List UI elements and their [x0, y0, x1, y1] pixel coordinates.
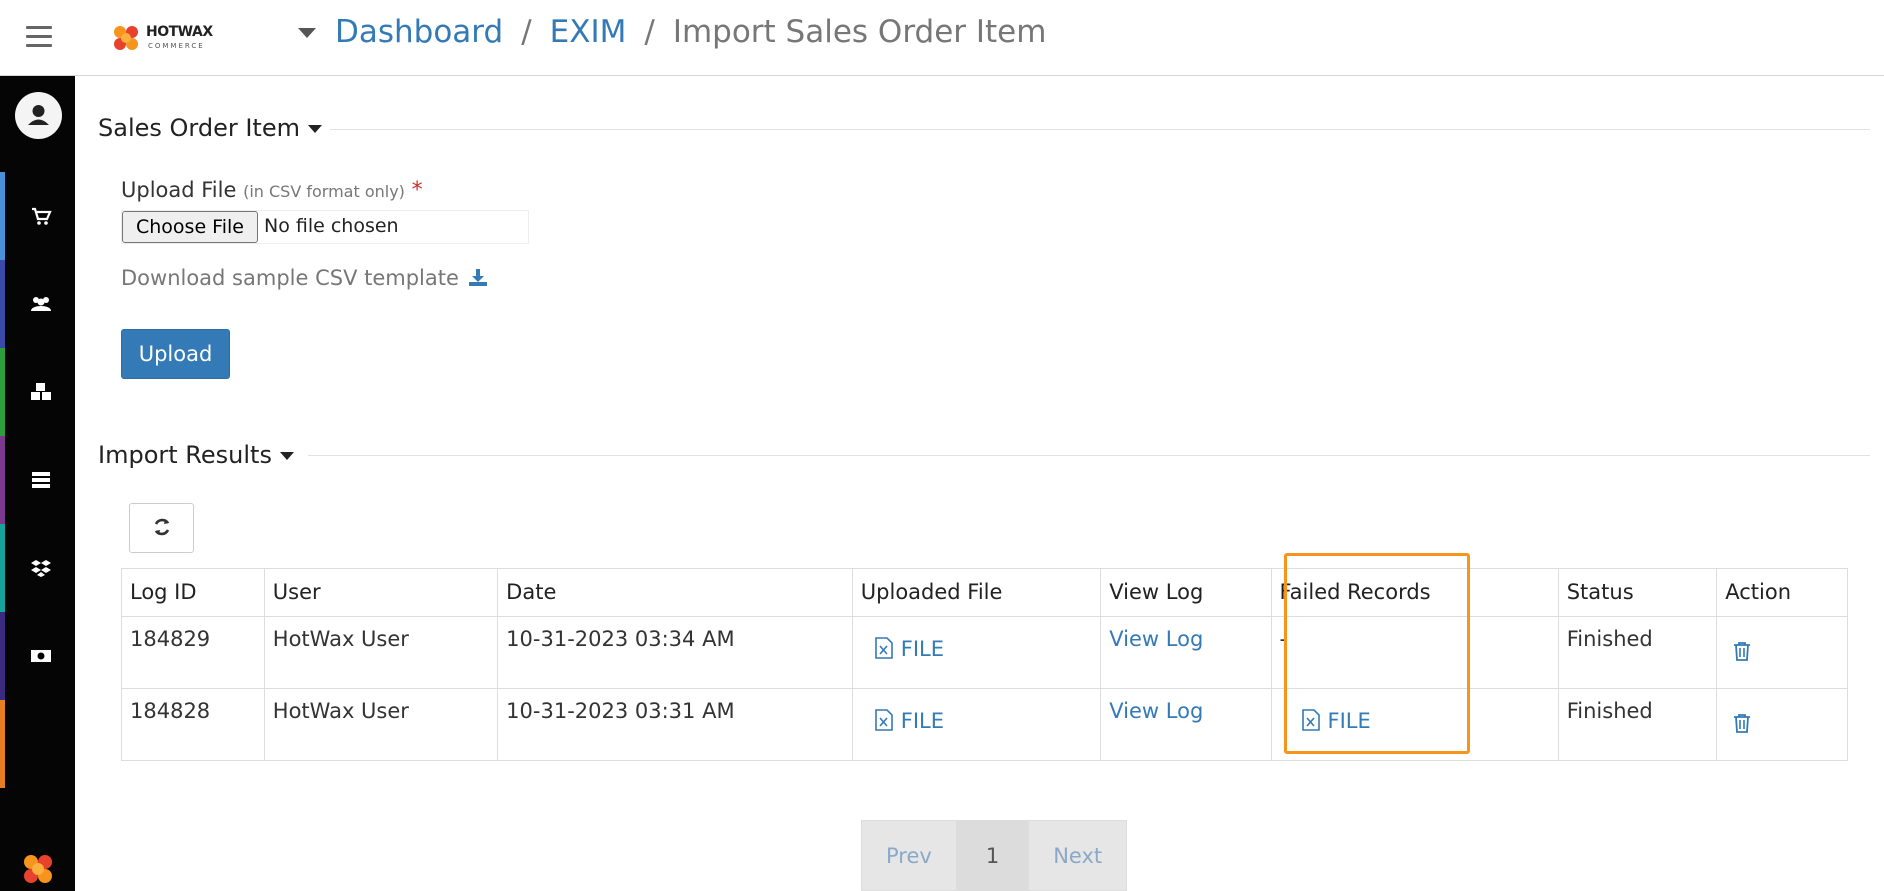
date-cell: 10-31-2023 03:34 AM — [497, 616, 853, 689]
top-header: HOTWAX COMMERCE Dashboard / EXIM / Import Sa… — [0, 0, 1884, 76]
date-cell: 10-31-2023 03:31 AM — [497, 688, 853, 761]
excel-file-icon — [1301, 709, 1320, 731]
upload-file-label: Upload File (in CSV format only) * — [121, 178, 423, 203]
user-cell: HotWax User — [263, 616, 499, 689]
column-header: View Log — [1100, 568, 1272, 617]
sidebar-item-finance[interactable] — [0, 612, 75, 700]
failed-records-cell: - — [1270, 616, 1559, 689]
breadcrumb: Dashboard / EXIM / Import Sales Order Item — [335, 12, 1046, 52]
logo-subtext: COMMERCE — [148, 42, 205, 50]
uploaded-file-text: FILE — [900, 709, 945, 733]
sidebar-item-more[interactable] — [0, 700, 75, 788]
status-cell: Finished — [1557, 616, 1718, 689]
breadcrumb-dropdown-icon[interactable] — [298, 28, 316, 38]
sidebar-item-system[interactable] — [0, 436, 75, 524]
server-icon — [32, 472, 50, 488]
sidebar-item-orders[interactable] — [0, 172, 75, 260]
menu-toggle-icon[interactable] — [26, 26, 52, 48]
hotwax-mark-icon[interactable] — [18, 849, 58, 889]
page-number-current[interactable]: 1 — [956, 820, 1029, 891]
caret-down-icon — [279, 452, 294, 460]
view-log-cell: View Log — [1100, 616, 1272, 689]
column-header: Action — [1716, 568, 1848, 617]
breadcrumb-separator: / — [644, 14, 655, 50]
money-icon — [31, 650, 51, 662]
upload-file-label-text: Upload File — [121, 178, 237, 202]
download-icon — [468, 269, 487, 286]
caret-down-icon — [307, 125, 322, 133]
status-cell: Finished — [1557, 688, 1718, 761]
file-input[interactable]: Choose File No file chosen — [121, 210, 529, 244]
uploaded-file-text: FILE — [900, 637, 945, 661]
import-results-section-toggle[interactable]: Import Results — [98, 441, 294, 469]
user-avatar[interactable] — [15, 92, 62, 139]
cart-icon — [32, 207, 52, 225]
sales-order-item-section-toggle[interactable]: Sales Order Item — [98, 114, 322, 142]
user-cell: HotWax User — [263, 688, 499, 761]
log-id-cell: 184829 — [121, 616, 265, 689]
breadcrumb-exim[interactable]: EXIM — [550, 14, 627, 50]
table-header-row: Log ID User Date Uploaded File View Log … — [121, 568, 1848, 617]
refresh-icon — [154, 518, 169, 535]
log-id-cell: 184828 — [121, 688, 265, 761]
section-title: Import Results — [98, 441, 272, 469]
uploaded-file-link[interactable]: FILE — [874, 709, 945, 733]
section-title: Sales Order Item — [98, 114, 300, 142]
prev-page-button[interactable]: Prev — [861, 820, 957, 891]
required-marker: * — [411, 178, 423, 203]
import-results-table: Log ID User Date Uploaded File View Log … — [121, 568, 1848, 761]
refresh-button[interactable] — [129, 503, 194, 553]
choose-file-button[interactable]: Choose File — [122, 211, 258, 243]
left-sidebar — [0, 76, 75, 891]
dropbox-icon — [31, 560, 51, 577]
column-header: Date — [497, 568, 853, 617]
view-log-link[interactable]: View Log — [1109, 699, 1203, 723]
no-file-chosen-text: No file chosen — [264, 215, 399, 237]
breadcrumb-current: Import Sales Order Item — [672, 14, 1047, 50]
action-cell — [1716, 616, 1848, 689]
uploaded-file-cell: FILE — [851, 688, 1102, 761]
pagination: Prev 1 Next — [861, 820, 1128, 891]
excel-file-icon — [874, 637, 893, 659]
sidebar-item-customers[interactable] — [0, 260, 75, 348]
hotwax-logo[interactable]: HOTWAX COMMERCE — [110, 20, 220, 56]
column-header: User — [263, 568, 499, 617]
failed-records-file-text: FILE — [1327, 709, 1371, 733]
delete-button[interactable] — [1733, 713, 1751, 738]
column-header: Failed Records — [1270, 568, 1559, 617]
sidebar-item-shipping[interactable] — [0, 524, 75, 612]
logo-text: HOTWAX — [146, 24, 213, 40]
users-icon — [31, 297, 51, 311]
next-page-button[interactable]: Next — [1028, 820, 1128, 891]
column-header: Status — [1557, 568, 1718, 617]
failed-records-cell: FILE — [1270, 688, 1559, 761]
section-divider — [330, 129, 1870, 130]
uploaded-file-cell: FILE — [851, 616, 1102, 689]
download-link-text: Download sample CSV template — [121, 266, 459, 290]
download-sample-csv-link[interactable]: Download sample CSV template — [121, 266, 488, 290]
trash-icon — [1734, 714, 1751, 733]
table-row: 184828 HotWax User 10-31-2023 03:31 AM F… — [121, 688, 1848, 761]
breadcrumb-dashboard[interactable]: Dashboard — [335, 14, 503, 50]
excel-file-icon — [874, 709, 893, 731]
column-header: Uploaded File — [851, 568, 1102, 617]
table-row: 184829 HotWax User 10-31-2023 03:34 AM F… — [121, 616, 1848, 689]
failed-records-file-link[interactable]: FILE — [1301, 709, 1371, 733]
sidebar-item-inventory[interactable] — [0, 348, 75, 436]
action-cell — [1716, 688, 1848, 761]
upload-button[interactable]: Upload — [121, 329, 230, 379]
column-header: Log ID — [121, 568, 265, 617]
boxes-icon — [31, 383, 51, 400]
uploaded-file-link[interactable]: FILE — [874, 637, 945, 661]
breadcrumb-separator: / — [521, 14, 532, 50]
view-log-link[interactable]: View Log — [1109, 627, 1203, 651]
upload-file-hint: (in CSV format only) — [243, 182, 405, 201]
trash-icon — [1734, 642, 1751, 661]
delete-button[interactable] — [1733, 641, 1751, 666]
section-divider — [308, 455, 1870, 456]
view-log-cell: View Log — [1100, 688, 1272, 761]
